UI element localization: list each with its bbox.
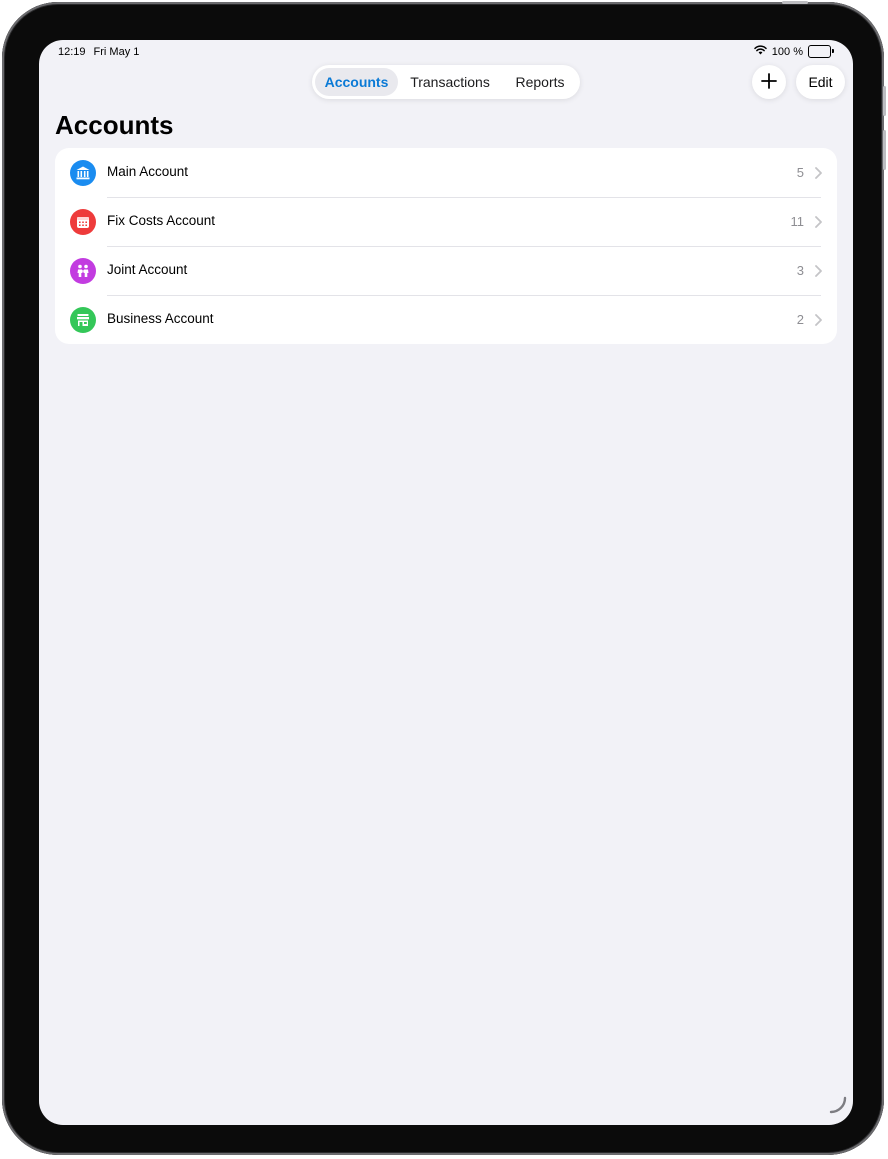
tab-reports[interactable]: Reports: [502, 68, 578, 96]
calendar-icon: [70, 209, 96, 235]
ipad-frame: 12:19 Fri May 1 100 % Accounts Transacti…: [2, 1, 886, 1155]
account-name: Joint Account: [107, 262, 188, 277]
top-button: [782, 1, 808, 4]
status-time: 12:19: [58, 46, 86, 58]
chevron-right-icon: [815, 166, 822, 184]
tab-transactions[interactable]: Transactions: [398, 68, 502, 96]
account-row-main[interactable]: Main Account 5: [55, 148, 837, 197]
account-row-joint[interactable]: Joint Account 3: [55, 246, 837, 295]
plus-icon: [761, 68, 777, 96]
wifi-icon: [754, 45, 767, 58]
screen: 12:19 Fri May 1 100 % Accounts Transacti…: [39, 40, 853, 1125]
account-name: Fix Costs Account: [107, 213, 216, 228]
transaction-count: 11: [790, 214, 805, 229]
battery-icon: [808, 45, 834, 58]
status-date: Fri May 1: [93, 46, 140, 58]
chevron-right-icon: [815, 215, 822, 233]
resize-corner-icon: [827, 1094, 849, 1121]
bank-icon: [70, 160, 96, 186]
accounts-list: Main Account 5 Fix Costs Account 11 Join…: [55, 148, 837, 344]
tab-accounts[interactable]: Accounts: [315, 68, 398, 96]
account-name: Business Account: [107, 311, 214, 326]
add-account-button[interactable]: [752, 65, 786, 99]
status-bar: 12:19 Fri May 1 100 %: [39, 40, 853, 64]
account-name: Main Account: [107, 164, 189, 179]
page-title: Accounts: [55, 110, 174, 140]
chevron-right-icon: [815, 313, 822, 331]
transaction-count: 2: [796, 312, 804, 327]
edit-button[interactable]: Edit: [796, 65, 845, 99]
chevron-right-icon: [815, 264, 822, 282]
transaction-count: 3: [796, 263, 804, 278]
storefront-icon: [70, 307, 96, 333]
account-row-business[interactable]: Business Account 2: [55, 295, 837, 344]
account-row-fix-costs[interactable]: Fix Costs Account 11: [55, 197, 837, 246]
battery-percentage: 100 %: [771, 45, 803, 58]
people-icon: [70, 258, 96, 284]
volume-up-button: [883, 86, 886, 116]
transaction-count: 5: [796, 165, 804, 180]
volume-down-button: [883, 130, 886, 170]
view-switcher: Accounts Transactions Reports: [312, 65, 580, 99]
